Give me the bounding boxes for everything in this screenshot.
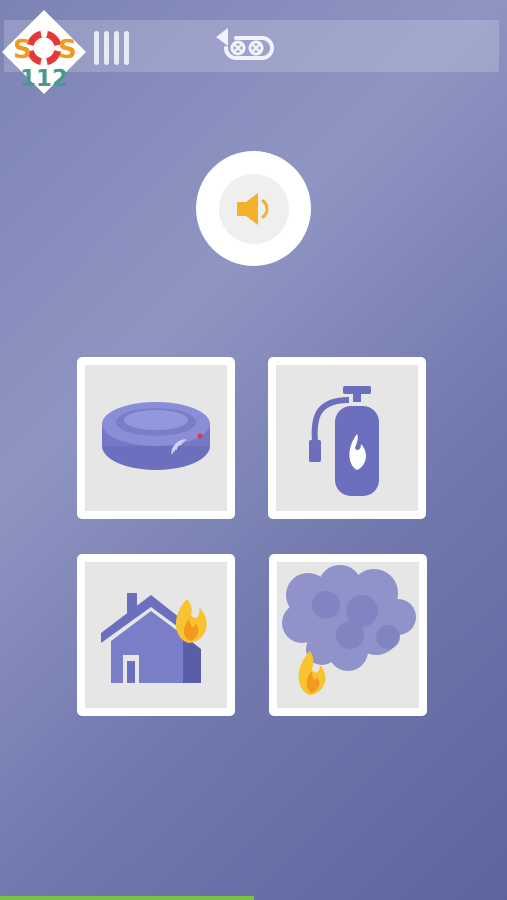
play-sound-button[interactable] (196, 151, 311, 266)
svg-text:S: S (58, 35, 77, 65)
svg-text:S: S (13, 35, 32, 65)
smoke-fire-icon (282, 565, 416, 695)
fire-extinguisher-icon (309, 386, 379, 496)
lives-indicator (94, 31, 129, 65)
smoke-detector-icon (102, 402, 210, 470)
answer-card-smoke-detector[interactable] (77, 357, 235, 519)
life-bar (94, 31, 99, 65)
svg-text:112: 112 (20, 66, 68, 92)
answer-card-fire-extinguisher[interactable] (268, 357, 426, 519)
life-bar (104, 31, 109, 65)
life-bar (114, 31, 119, 65)
undo-icon (216, 28, 274, 60)
sos-112-logo: S S 112 (0, 8, 88, 96)
house-fire-icon (101, 593, 207, 683)
life-bar (124, 31, 129, 65)
speaker-icon (236, 192, 268, 225)
undo-button[interactable] (212, 24, 280, 66)
progress-bar (0, 896, 507, 900)
answer-card-smoke-fire[interactable] (269, 554, 427, 716)
answer-card-house-fire[interactable] (77, 554, 235, 716)
progress-fill (0, 896, 254, 900)
sound-button-inner (218, 173, 289, 244)
